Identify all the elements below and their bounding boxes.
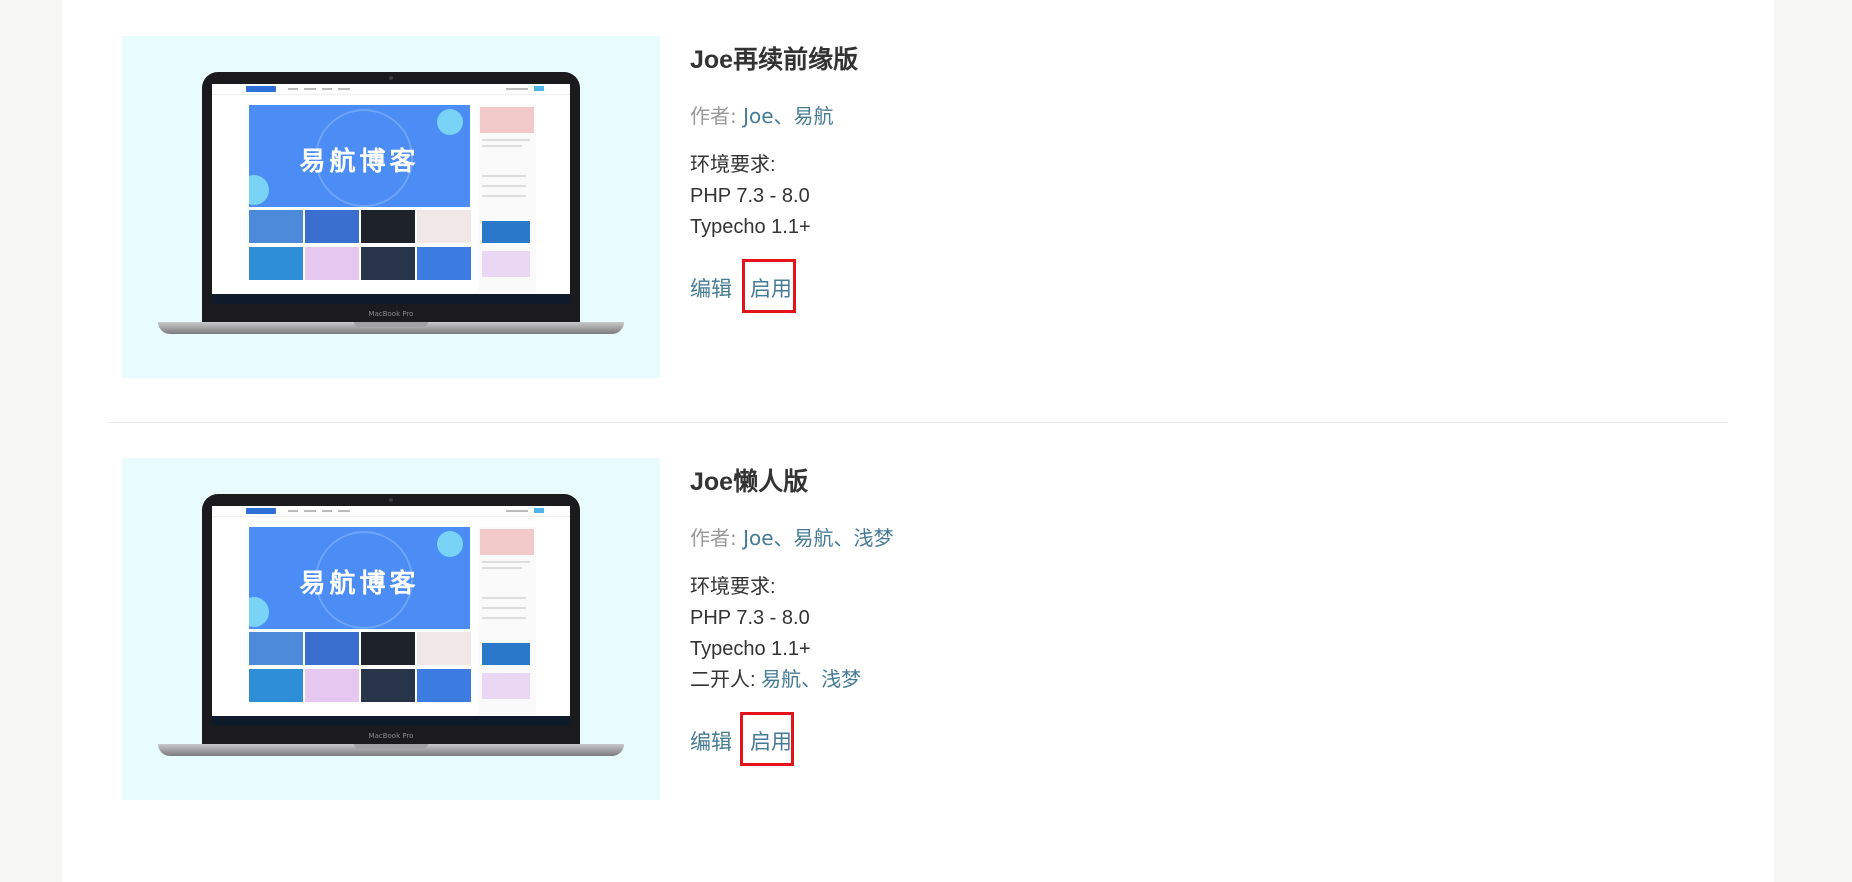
theme-screenshot: 易航博客 MacBook Pro	[122, 458, 660, 800]
laptop-mockup: 易航博客 MacBook Pro	[158, 494, 624, 756]
screen-preview: 易航博客	[212, 84, 570, 304]
requirement-typecho: Typecho 1.1+	[690, 638, 811, 660]
theme-list-page: 易航博客 MacBook Pro Joe再续前缘版 作者: Joe、易航 环境要…	[62, 0, 1774, 882]
requirements-label: 环境要求:	[690, 576, 776, 598]
requirements-label: 环境要求:	[690, 154, 776, 176]
theme-author: 作者: Joe、易航	[690, 104, 834, 128]
developer-link[interactable]: 易航、浅梦	[761, 669, 861, 691]
requirement-typecho: Typecho 1.1+	[690, 216, 811, 238]
theme-author: 作者: Joe、易航、浅梦	[690, 526, 894, 550]
theme-requirements: 环境要求: PHP 7.3 - 8.0 Typecho 1.1+ 二开人: 易航…	[690, 572, 1690, 696]
banner-image: 易航博客	[249, 105, 470, 207]
banner-image: 易航博客	[249, 527, 470, 629]
edit-link[interactable]: 编辑	[690, 726, 732, 756]
developers: 二开人: 易航、浅梦	[690, 669, 862, 691]
author-link[interactable]: Joe、易航	[743, 104, 833, 128]
edit-link[interactable]: 编辑	[690, 273, 732, 303]
laptop-mockup: 易航博客 MacBook Pro	[158, 72, 624, 334]
author-link[interactable]: Joe、易航、浅梦	[743, 526, 893, 550]
theme-actions: 编辑 启用	[690, 712, 1690, 770]
theme-info: Joe再续前缘版 作者: Joe、易航 环境要求: PHP 7.3 - 8.0 …	[690, 36, 1690, 317]
theme-requirements: 环境要求: PHP 7.3 - 8.0 Typecho 1.1+	[690, 150, 1690, 243]
enable-link[interactable]: 启用	[750, 273, 792, 303]
enable-link[interactable]: 启用	[750, 726, 792, 756]
divider	[108, 422, 1728, 423]
requirement-php: PHP 7.3 - 8.0	[690, 185, 810, 207]
theme-screenshot: 易航博客 MacBook Pro	[122, 36, 660, 378]
theme-info: Joe懒人版 作者: Joe、易航、浅梦 环境要求: PHP 7.3 - 8.0…	[690, 458, 1690, 770]
requirement-php: PHP 7.3 - 8.0	[690, 607, 810, 629]
screen-preview: 易航博客	[212, 506, 570, 726]
theme-name: Joe懒人版	[690, 468, 809, 496]
theme-name: Joe再续前缘版	[690, 46, 859, 74]
theme-actions: 编辑 启用	[690, 259, 1690, 317]
